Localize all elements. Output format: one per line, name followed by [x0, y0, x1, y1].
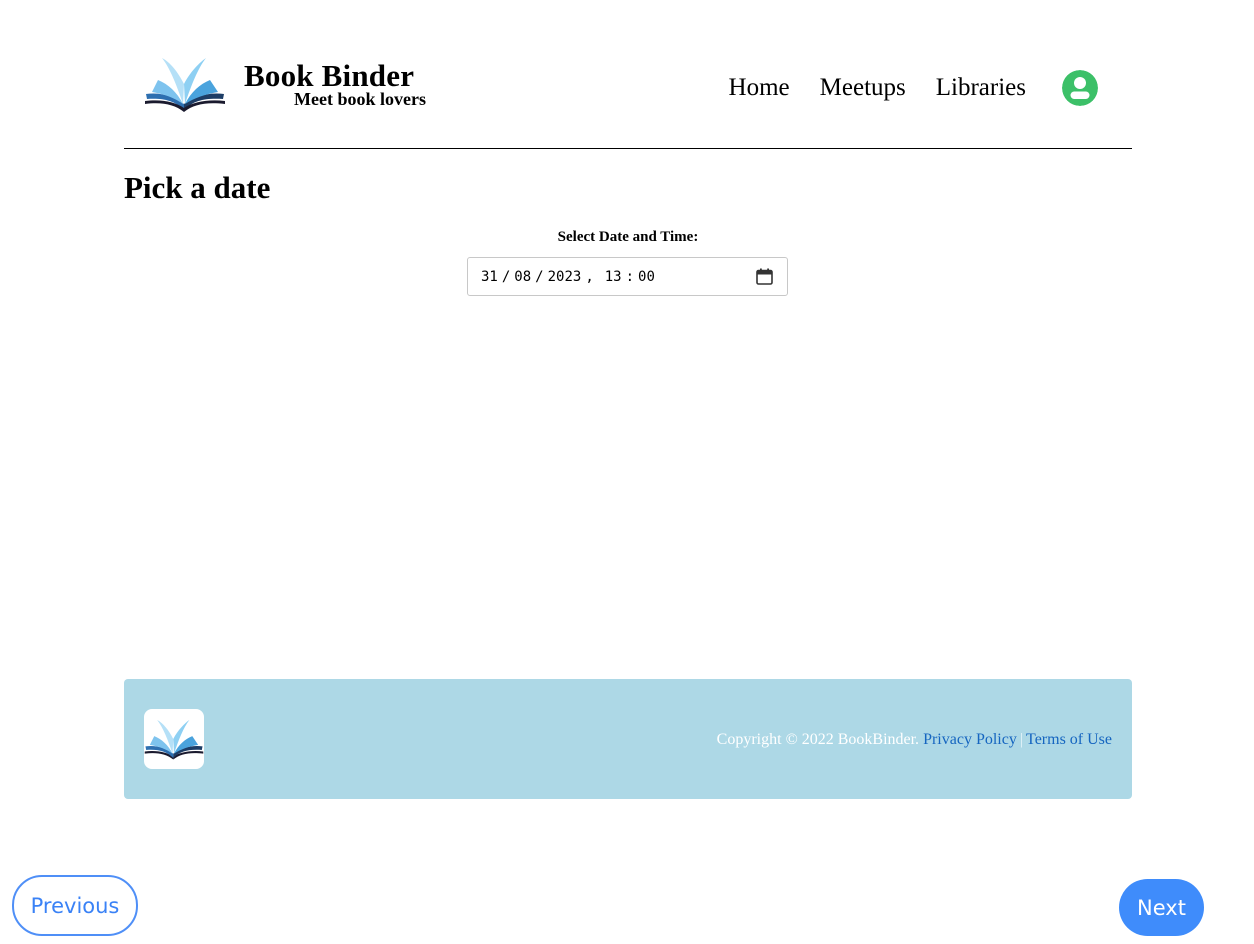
date-separator: / [501, 268, 511, 285]
nav-home[interactable]: Home [729, 70, 790, 106]
privacy-policy-link[interactable]: Privacy Policy [923, 731, 1017, 748]
open-book-icon[interactable] [144, 54, 226, 114]
main-nav: Home Meetups Libraries [699, 70, 1098, 106]
previous-button[interactable]: Previous [12, 875, 138, 936]
copyright-text: Copyright © 2022 BookBinder. [716, 731, 920, 748]
hour-segment[interactable]: 13 [605, 269, 622, 285]
next-button[interactable]: Next [1119, 879, 1204, 936]
month-segment[interactable]: 08 [514, 269, 531, 285]
time-separator: : [625, 268, 635, 285]
datetime-label: Select Date and Time: [557, 229, 699, 245]
nav-libraries[interactable]: Libraries [936, 70, 1026, 106]
footer-text: Copyright © 2022 BookBinder. Privacy Pol… [717, 731, 1112, 749]
footer-logo [144, 709, 204, 769]
date-separator: / [535, 268, 544, 285]
page-title: Pick a date [124, 170, 271, 205]
user-avatar-icon[interactable] [1062, 70, 1098, 106]
nav-meetups[interactable]: Meetups [820, 70, 906, 106]
terms-of-use-link[interactable]: Terms of Use [1026, 731, 1112, 748]
year-segment[interactable]: 2023 [548, 269, 582, 285]
brand-tagline: Meet book lovers [294, 89, 426, 109]
day-segment[interactable]: 31 [481, 269, 498, 285]
datetime-input[interactable]: 31 / 08 / 2023 , 13 : 00 [467, 257, 788, 296]
site-footer: Copyright © 2022 BookBinder. Privacy Pol… [124, 679, 1132, 799]
footer-divider: | [1019, 731, 1024, 748]
open-book-icon [144, 719, 204, 760]
site-header: Book Binder Meet book lovers Home Meetup… [124, 0, 1132, 149]
minute-segment[interactable]: 00 [638, 269, 655, 285]
calendar-icon[interactable] [756, 268, 773, 285]
datetime-comma: , [585, 268, 594, 285]
